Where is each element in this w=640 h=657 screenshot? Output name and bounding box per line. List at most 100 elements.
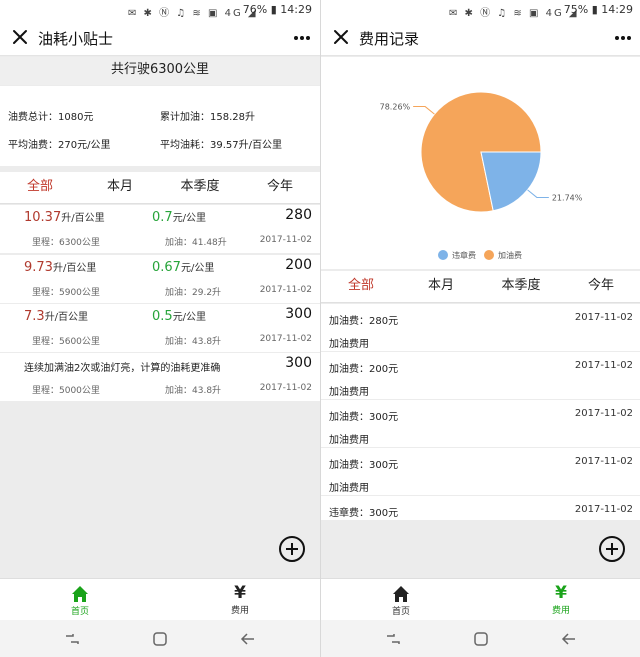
battery-icon: ▮ — [270, 3, 277, 16]
expense-amount: 加油费：300元 — [329, 412, 399, 423]
tab-expenses[interactable]: ¥ 费用 — [160, 579, 320, 621]
yen-icon: ¥ — [234, 583, 246, 603]
fuel-stats: 油费总计：1080元 累计加油：158.28升 平均油费：270元/公里 平均油… — [0, 86, 320, 166]
back-icon[interactable] — [561, 631, 577, 647]
fuel-record[interactable]: 连续加满油2次或油灯亮，计算的油耗更准确 300 里程：5000公里 加油：43… — [0, 353, 320, 401]
period-tabs: 全部 本月 本季度 今年 — [321, 271, 640, 303]
record-mileage: 里程：5900公里 — [32, 288, 100, 298]
fuel-cost-total: 油费总计：1080元 — [8, 112, 94, 123]
battery-level: 75% — [563, 3, 589, 16]
home-icon — [393, 586, 409, 602]
expense-date: 2017-11-02 — [574, 360, 633, 371]
tab-year[interactable]: 今年 — [561, 271, 640, 301]
tab-all[interactable]: 全部 — [0, 172, 80, 202]
expense-amount: 违章费：300元 — [329, 508, 399, 519]
total-distance: 共行驶6300公里 — [0, 57, 320, 85]
title-bar: 费用记录 — [321, 20, 640, 56]
cost-per-km: 0.5 — [152, 309, 173, 324]
status-icons: ✉ ✱ Ⓝ ♫ ≋ ▣ 4G ◢ — [449, 8, 579, 19]
expense-date: 2017-11-02 — [574, 408, 633, 419]
refuel-total: 累计加油：158.28升 — [160, 112, 255, 123]
expense-amount: 加油费：300元 — [329, 460, 399, 471]
legend-swatch-violation — [438, 250, 448, 260]
tab-home[interactable]: 首页 — [321, 579, 481, 621]
home-button-icon[interactable] — [473, 631, 489, 647]
cost-per-km: 0.7 — [152, 210, 173, 225]
page-title: 油耗小贴士 — [38, 30, 114, 48]
home-button-icon[interactable] — [152, 631, 168, 647]
add-record-button[interactable] — [279, 536, 305, 562]
consumption-value: 7.3 — [24, 309, 45, 324]
avg-fuel-consumption: 平均油耗：39.57升/百公里 — [160, 140, 282, 151]
expense-row[interactable]: 加油费：200元 2017-11-02 加油费用 — [321, 352, 640, 399]
record-amount: 200 — [285, 257, 312, 273]
fuel-tips-screen: ✉ ✱ Ⓝ ♫ ≋ ▣ 4G ◢ 76% ▮ 14:29 油耗小贴士 共行驶63… — [0, 0, 320, 657]
record-amount: 300 — [285, 355, 312, 371]
close-icon[interactable] — [11, 28, 29, 46]
expense-type: 加油费用 — [329, 339, 369, 350]
recent-apps-icon[interactable] — [385, 631, 401, 647]
record-fuel: 加油：43.8升 — [165, 386, 222, 396]
record-mileage: 里程：5600公里 — [32, 337, 100, 347]
tab-quarter[interactable]: 本季度 — [160, 172, 240, 202]
add-expense-button[interactable] — [599, 536, 625, 562]
expense-type: 加油费用 — [329, 483, 369, 494]
expense-type: 加油费用 — [329, 387, 369, 398]
record-fuel: 加油：29.2升 — [165, 288, 222, 298]
back-icon[interactable] — [240, 631, 256, 647]
home-icon — [72, 586, 88, 602]
expense-amount: 加油费：200元 — [329, 364, 399, 375]
tab-expenses[interactable]: ¥ 费用 — [481, 579, 640, 621]
battery-icon: ▮ — [591, 3, 598, 16]
tab-month[interactable]: 本月 — [401, 271, 481, 301]
record-date: 2017-11-02 — [259, 285, 312, 295]
status-icons: ✉ ✱ Ⓝ ♫ ≋ ▣ 4G ◢ — [128, 8, 258, 19]
recent-apps-icon[interactable] — [64, 631, 80, 647]
more-icon[interactable] — [294, 36, 310, 40]
expense-row[interactable]: 加油费：300元 2017-11-02 加油费用 — [321, 448, 640, 495]
fuel-record[interactable]: 7.3升/百公里 0.5元/公里 300 里程：5600公里 加油：43.8升 … — [0, 304, 320, 352]
pie-value-label-fuel: 78.26% — [380, 103, 411, 112]
pie-chart-svg: 78.26% 21.74% 违章费 加油费 — [380, 91, 583, 260]
expense-records-screen: ✉ ✱ Ⓝ ♫ ≋ ▣ 4G ◢ 75% ▮ 14:29 费用记录 78.26%… — [320, 0, 640, 657]
record-amount: 300 — [285, 306, 312, 322]
close-icon[interactable] — [332, 28, 350, 46]
expense-row[interactable]: 违章费：300元 2017-11-02 — [321, 496, 640, 520]
more-icon[interactable] — [615, 36, 631, 40]
fuel-record[interactable]: 10.37升/百公里 0.7元/公里 280 里程：6300公里 加油：41.4… — [0, 205, 320, 253]
expense-date: 2017-11-02 — [574, 456, 633, 467]
accuracy-note: 连续加满油2次或油灯亮，计算的油耗更准确 — [24, 363, 221, 374]
pie-value-label-violation: 21.74% — [552, 193, 583, 202]
tab-all[interactable]: 全部 — [321, 271, 401, 301]
consumption-value: 10.37 — [24, 210, 62, 225]
pie-leader-violation — [527, 189, 549, 198]
legend-swatch-fuel — [484, 250, 494, 260]
fuel-record[interactable]: 9.73升/百公里 0.67元/公里 200 里程：5900公里 加油：29.2… — [0, 255, 320, 303]
system-nav-bar — [321, 620, 640, 657]
pie-leader-fuel — [413, 106, 435, 115]
period-tabs: 全部 本月 本季度 今年 — [0, 172, 320, 204]
cost-per-km: 0.67 — [152, 260, 181, 275]
tab-year[interactable]: 今年 — [240, 172, 320, 202]
legend-label-violation: 违章费 — [452, 250, 476, 260]
record-mileage: 里程：6300公里 — [32, 238, 100, 248]
expense-amount: 加油费：280元 — [329, 316, 399, 327]
expense-row[interactable]: 加油费：280元 2017-11-02 加油费用 — [321, 304, 640, 351]
clock: 14:29 — [280, 3, 312, 16]
tab-home[interactable]: 首页 — [0, 579, 160, 621]
status-bar: ✉ ✱ Ⓝ ♫ ≋ ▣ 4G ◢ 76% ▮ 14:29 — [0, 0, 320, 20]
record-amount: 280 — [285, 207, 312, 223]
clock: 14:29 — [601, 3, 633, 16]
record-date: 2017-11-02 — [259, 383, 312, 393]
title-bar: 油耗小贴士 — [0, 20, 320, 56]
status-bar: ✉ ✱ Ⓝ ♫ ≋ ▣ 4G ◢ 75% ▮ 14:29 — [321, 0, 640, 20]
tab-quarter[interactable]: 本季度 — [481, 271, 561, 301]
bottom-tab-bar: 首页 ¥ 费用 — [321, 578, 640, 620]
expense-row[interactable]: 加油费：300元 2017-11-02 加油费用 — [321, 400, 640, 447]
consumption-value: 9.73 — [24, 260, 53, 275]
expense-date: 2017-11-02 — [574, 504, 633, 515]
system-nav-bar — [0, 620, 320, 657]
avg-fuel-cost: 平均油费：270元/公里 — [8, 140, 111, 151]
yen-icon: ¥ — [555, 583, 567, 603]
tab-month[interactable]: 本月 — [80, 172, 160, 202]
